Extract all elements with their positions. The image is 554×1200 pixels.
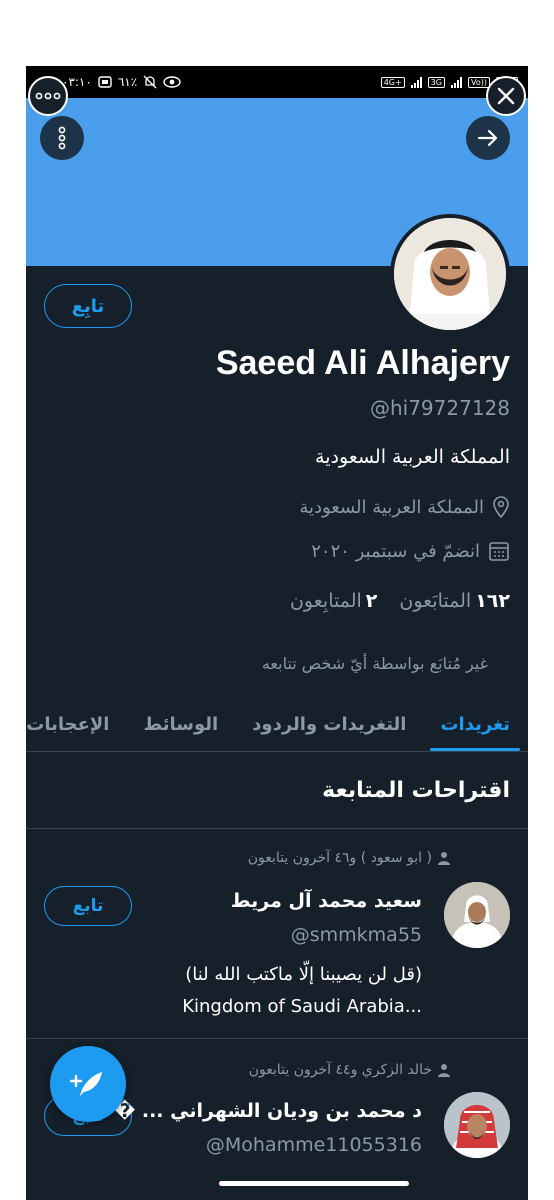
following-count: ١٦٢	[475, 590, 510, 612]
social-context-text: ( ابو سعود ) و٤٦ آخرون يتابعون	[247, 850, 432, 866]
status-time: ٠٣:١٠	[62, 75, 92, 89]
battery-percent: ٦١٪	[117, 75, 138, 89]
mute-icon	[143, 75, 157, 89]
profile-bio: المملكة العربية السعودية	[315, 446, 510, 468]
profile-location: المملكة العربية السعودية	[299, 496, 510, 518]
eye-icon	[163, 76, 181, 88]
profile-tabs: تغريدات التغريدات والردود الوسائط الإعجا…	[26, 696, 528, 752]
social-context-text: خالد الزكري و٤٤ آخرون يتابعون	[248, 1062, 432, 1078]
map-pin-icon	[493, 496, 509, 518]
following-count-link[interactable]: ١٦٢المتابَعون	[399, 590, 510, 612]
calendar-icon	[489, 542, 509, 561]
suggestion-name: د محمد بن وديان الشهراني ... �	[114, 1100, 422, 1122]
profile-name: Saeed Ali Alhajery	[215, 344, 510, 382]
suggestion-follow-button[interactable]: تابع	[44, 886, 132, 926]
status-bar: ٠٣:١٠ ٦١٪ 4G+ 3G Vo))	[26, 66, 528, 98]
followers-label: المتابِعون	[289, 590, 362, 612]
followers-count-link[interactable]: ٢المتابِعون	[290, 590, 377, 612]
suggestion-avatar[interactable]	[444, 1092, 510, 1158]
forward-button[interactable]	[466, 116, 510, 160]
volte-badge: Vo))	[468, 76, 490, 88]
joined-text: انضمّ في سبتمبر ٢٠٢٠	[311, 540, 480, 562]
follow-counts: ١٦٢المتابَعون ٢المتابِعون	[290, 590, 510, 612]
location-text: المملكة العربية السعودية	[299, 496, 484, 518]
suggestion-card[interactable]: ( ابو سعود ) و٤٦ آخرون يتابعون تابع سعيد…	[26, 828, 528, 1038]
network-3g: 3G	[427, 76, 445, 88]
suggestion-handle: @Mohamme11055316	[205, 1134, 422, 1156]
more-options-button[interactable]	[28, 76, 68, 116]
suggestions-title: اقتراحات المتابعة	[322, 778, 510, 803]
not-followed-note: غير مُتابَع بواسطة أيّ شخص تتابعه	[261, 654, 488, 673]
follow-button-label: تابِع	[71, 295, 105, 317]
person-icon	[438, 1064, 450, 1077]
profile-handle: @hi79727128	[369, 396, 510, 420]
more-horizontal-icon	[35, 92, 61, 100]
follow-button-label: تابع	[72, 896, 104, 916]
sim-icon	[98, 76, 112, 88]
tab-likes[interactable]: الإعجابات	[26, 696, 109, 751]
more-vertical-icon	[58, 126, 66, 150]
profile-avatar[interactable]	[390, 214, 510, 334]
tab-tweets[interactable]: تغريدات	[430, 696, 520, 751]
signal-icon	[451, 76, 462, 88]
social-context: ( ابو سعود ) و٤٦ آخرون يتابعون	[248, 850, 450, 866]
follow-button[interactable]: تابِع	[44, 284, 132, 328]
suggestion-avatar[interactable]	[444, 882, 510, 948]
arrow-right-icon	[477, 129, 498, 147]
social-context: خالد الزكري و٤٤ آخرون يتابعون	[249, 1062, 450, 1078]
close-icon	[497, 87, 515, 105]
signal-icon	[410, 76, 422, 88]
home-indicator[interactable]	[219, 1181, 409, 1186]
person-icon	[438, 852, 450, 865]
compose-tweet-button[interactable]	[50, 1046, 126, 1122]
suggestion-handle: @smmkma55	[290, 924, 422, 946]
following-label: المتابَعون	[399, 590, 472, 612]
close-button[interactable]	[486, 76, 526, 116]
tab-tweets-replies[interactable]: التغريدات والردود	[252, 696, 406, 751]
suggestion-bio-line: (قل لن يصيبنا إلّا ماكتب الله لنا)	[185, 964, 422, 985]
tab-media[interactable]: الوسائط	[143, 696, 218, 751]
followers-count: ٢	[365, 590, 378, 612]
network-4g: 4G+	[380, 76, 405, 88]
compose-tweet-icon	[70, 1072, 102, 1096]
profile-joined: انضمّ في سبتمبر ٢٠٢٠	[311, 540, 510, 562]
suggestion-name: سعيد محمد آل مريط	[230, 890, 422, 912]
suggestion-bio-line: Kingdom of Saudi Arabia...	[182, 996, 422, 1017]
banner-menu-button[interactable]	[40, 116, 84, 160]
app-screen: ٠٣:١٠ ٦١٪ 4G+ 3G Vo)) تابِع Saeed Ali Al…	[26, 66, 528, 1200]
